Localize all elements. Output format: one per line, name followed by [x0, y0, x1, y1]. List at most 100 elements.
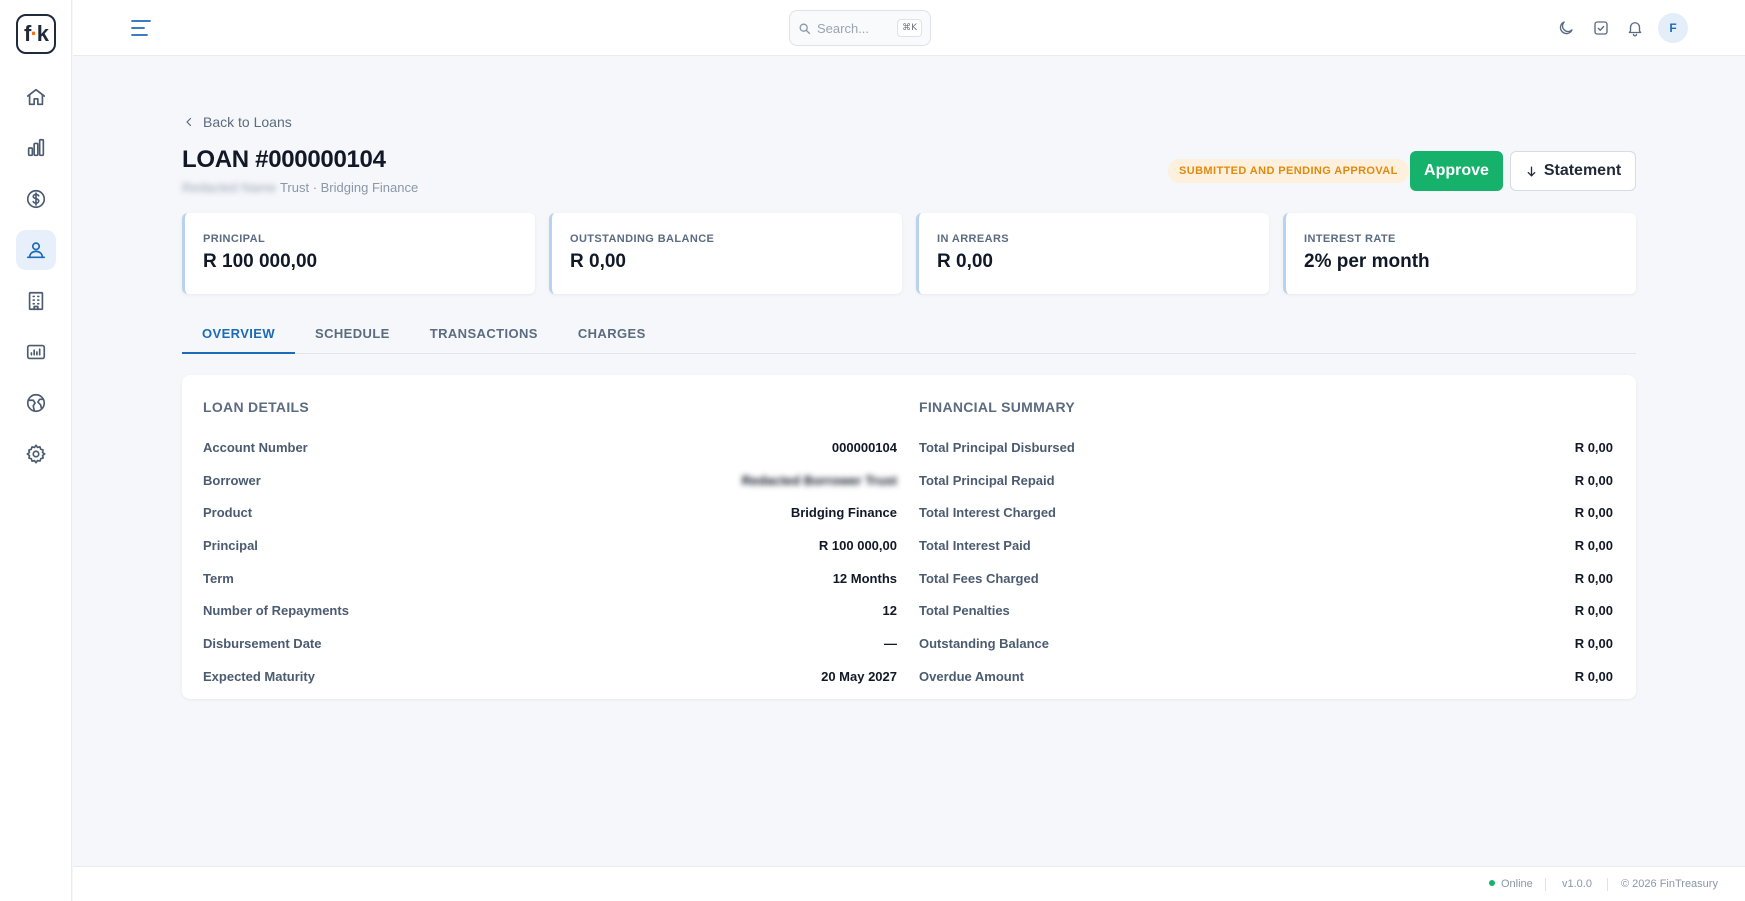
tab-overview[interactable]: OVERVIEW — [182, 318, 296, 354]
financial-summary-rows: Total Principal Disbursed R 0,00 Total Pr… — [919, 431, 1613, 693]
summary-value: R 0,00 — [1574, 472, 1613, 488]
detail-value-redacted: Redacted Borrower Trust — [741, 472, 897, 488]
summary-label: Total Interest Paid — [919, 537, 1031, 553]
sidebar: f·k — [0, 0, 72, 901]
building-icon — [28, 291, 44, 311]
connection-status: Online — [1489, 878, 1533, 890]
loan-subtitle: Redacted Name Trust · Bridging Finance — [182, 180, 418, 195]
approve-button[interactable]: Approve — [1410, 151, 1503, 191]
nav-borrowers[interactable] — [16, 230, 56, 270]
search-input[interactable] — [817, 20, 881, 36]
stat-card-in-arrears: IN ARREARS R 0,00 — [916, 213, 1269, 294]
tasks-button[interactable] — [1592, 19, 1610, 37]
stat-label: PRINCIPAL — [203, 233, 266, 245]
subtitle-product: Trust · Bridging Finance — [279, 180, 419, 195]
summary-value: R 0,00 — [1574, 603, 1613, 619]
summary-label: Total Fees Charged — [919, 570, 1039, 586]
detail-label: Product — [203, 505, 253, 521]
loan-tabs: OVERVIEW SCHEDULE TRANSACTIONS CHARGES — [182, 318, 1636, 354]
footer-divider — [1545, 878, 1546, 891]
summary-label: Overdue Amount — [919, 668, 1024, 684]
summary-value: R 0,00 — [1574, 668, 1613, 684]
detail-row: Product Bridging Finance — [203, 496, 897, 529]
detail-value: — — [884, 635, 897, 651]
tab-transactions[interactable]: TRANSACTIONS — [410, 318, 558, 354]
statement-button[interactable]: Statement — [1510, 151, 1636, 191]
nav-analytics[interactable] — [16, 128, 56, 168]
stat-value: R 100 000,00 — [203, 251, 318, 272]
footer: Online v1.0.0 © 2026 FinTreasury — [73, 866, 1745, 901]
detail-row: Account Number 000000104 — [203, 431, 897, 464]
summary-row: Total Interest Paid R 0,00 — [919, 529, 1613, 562]
nav-home[interactable] — [16, 77, 56, 117]
back-to-loans-link[interactable]: Back to Loans — [183, 114, 292, 130]
nav-finance[interactable] — [16, 179, 56, 219]
connection-status-label: Online — [1501, 878, 1533, 890]
section-title: LOAN DETAILS — [203, 399, 310, 415]
detail-row: Expected Maturity 20 May 2027 — [203, 660, 897, 693]
financial-summary-section: FINANCIAL SUMMARY Total Principal Disbur… — [919, 399, 1613, 693]
page-title: LOAN #000000104 — [182, 146, 386, 173]
statement-label: Statement — [1543, 162, 1622, 179]
tab-charges[interactable]: CHARGES — [558, 318, 666, 354]
borrower-name-redacted: Redacted Name — [182, 180, 276, 195]
dollar-circle-icon — [26, 189, 46, 209]
bar-chart-icon — [27, 138, 45, 157]
stat-card-interest-rate: INTEREST RATE 2% per month — [1283, 213, 1636, 294]
summary-value: R 0,00 — [1574, 570, 1613, 586]
detail-row: Term 12 Months — [203, 562, 897, 595]
globe-icon — [26, 393, 46, 413]
logo-glyph: f·k — [24, 21, 49, 46]
detail-value: 000000104 — [831, 439, 897, 455]
summary-value: R 0,00 — [1574, 505, 1613, 521]
summary-label: Outstanding Balance — [919, 635, 1050, 651]
summary-row: Outstanding Balance R 0,00 — [919, 627, 1613, 660]
summary-row: Total Penalties R 0,00 — [919, 594, 1613, 627]
search-box[interactable]: ⌘K — [789, 10, 931, 46]
detail-row: Disbursement Date — — [203, 627, 897, 660]
loan-details-rows: Account Number 000000104 Borrower Redacted… — [203, 431, 897, 693]
detail-label: Principal — [203, 537, 258, 553]
search-icon — [799, 23, 811, 34]
summary-row: Total Fees Charged R 0,00 — [919, 562, 1613, 595]
stat-value: R 0,00 — [570, 251, 626, 272]
detail-value: R 100 000,00 — [818, 537, 897, 553]
notifications-button[interactable] — [1626, 19, 1644, 37]
home-icon — [26, 88, 46, 106]
loan-overview-card: LOAN DETAILS Account Number 000000104 Bor… — [182, 375, 1636, 699]
status-badge: SUBMITTED AND PENDING APPROVAL — [1168, 159, 1409, 183]
stat-label: IN ARREARS — [937, 233, 1010, 245]
report-icon — [26, 344, 46, 360]
app-version: v1.0.0 — [1562, 878, 1592, 890]
chevron-left-icon — [186, 117, 192, 127]
stat-label: OUTSTANDING BALANCE — [570, 233, 715, 245]
detail-value: 12 — [882, 603, 897, 619]
search-shortcut: ⌘K — [897, 19, 922, 37]
detail-value: 12 Months — [832, 570, 897, 586]
detail-row: Principal R 100 000,00 — [203, 529, 897, 562]
nav-institutions[interactable] — [16, 281, 56, 321]
nav-globe[interactable] — [16, 383, 56, 423]
bell-icon — [1628, 22, 1642, 37]
online-dot-icon — [1489, 880, 1495, 887]
user-avatar[interactable]: F — [1658, 13, 1688, 43]
theme-toggle-button[interactable] — [1557, 19, 1575, 37]
nav-settings[interactable] — [16, 434, 56, 474]
stat-value: R 0,00 — [937, 251, 993, 272]
menu-toggle-button[interactable] — [129, 16, 153, 40]
summary-row: Overdue Amount R 0,00 — [919, 660, 1613, 693]
detail-label: Expected Maturity — [203, 668, 315, 684]
detail-value: 20 May 2027 — [821, 668, 897, 684]
detail-label: Number of Repayments — [203, 603, 349, 619]
nav-reports[interactable] — [16, 332, 56, 372]
summary-value: R 0,00 — [1574, 439, 1613, 455]
tab-schedule[interactable]: SCHEDULE — [295, 318, 410, 354]
app-logo[interactable]: f·k — [16, 14, 56, 54]
summary-row: Total Principal Disbursed R 0,00 — [919, 431, 1613, 464]
checkbox-icon — [1594, 21, 1608, 35]
summary-value: R 0,00 — [1574, 537, 1613, 553]
detail-row: Number of Repayments 12 — [203, 594, 897, 627]
users-icon — [26, 242, 46, 259]
section-title: FINANCIAL SUMMARY — [919, 399, 1075, 415]
detail-label: Term — [203, 570, 234, 586]
